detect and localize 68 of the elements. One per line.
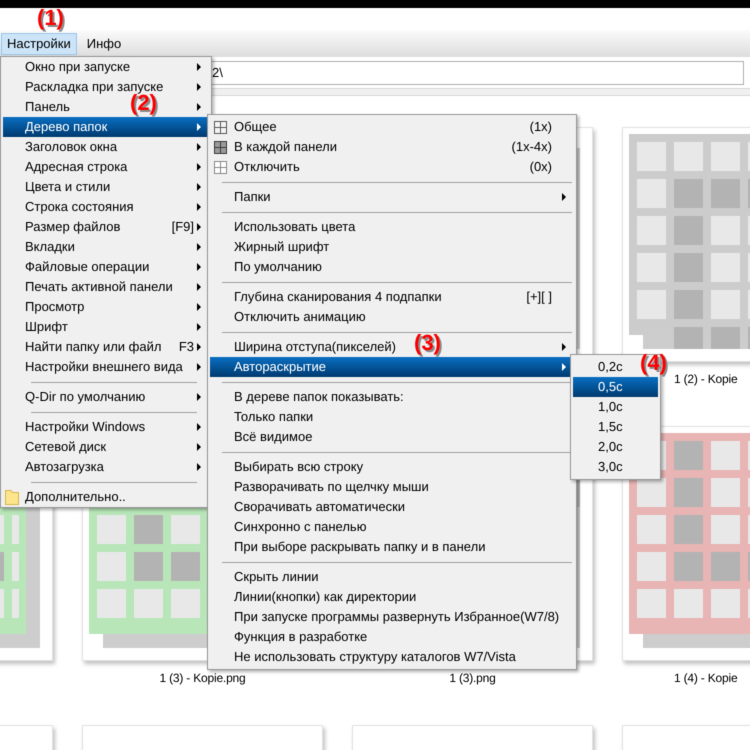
menu-item[interactable]: Глубина сканирования 4 подпапки (234, 287, 442, 307)
menu-item[interactable]: Линии(кнопки) как директории (234, 587, 416, 607)
menu-bar-item[interactable]: Инфо (80, 32, 128, 54)
file-name: 1 (2) - Kopie (674, 371, 738, 388)
grid-icon (214, 140, 227, 154)
grid-icon (214, 120, 227, 134)
menu-item[interactable]: Всё видимое (234, 427, 312, 447)
shortcut-label: (1x) (530, 118, 552, 136)
shortcut-label: [+][ ] (526, 288, 552, 306)
menu-item[interactable]: Синхронно с панелью (234, 517, 366, 537)
file-name: 1 (3) - Kopie.png (160, 670, 246, 687)
shortcut-label: (1x-4x) (512, 138, 552, 156)
menu-item[interactable]: Скрыть линии (234, 567, 319, 587)
menu-item[interactable]: Вкладки (25, 237, 75, 257)
menu-item[interactable]: Адресная строка (25, 157, 128, 177)
menu-item[interactable]: Выбирать всю строку (234, 457, 364, 477)
menu-item[interactable]: 3,0c (598, 457, 623, 477)
menu-item[interactable]: Дополнительно.. (25, 487, 126, 507)
menu-item[interactable]: Папки (234, 187, 271, 207)
menu-item[interactable]: Строка состояния (25, 197, 134, 217)
menu-item[interactable]: Дерево папок (3, 117, 209, 137)
file-name: 1 (4) - Kopie (674, 670, 738, 687)
shortcut-label: F3 (178, 338, 194, 356)
menu-item[interactable]: При выборе раскрывать папку и в панели (234, 537, 486, 557)
menu-item[interactable]: Не использовать структуру каталогов W7/Vista (234, 647, 516, 667)
menu-item[interactable]: Отключить (234, 157, 300, 177)
menu-item[interactable]: По умолчанию (234, 257, 322, 277)
menu-item[interactable]: Цвета и стили (25, 177, 110, 197)
menu-item[interactable]: Жирный шрифт (234, 237, 330, 257)
menu-item[interactable]: Общее (234, 117, 277, 137)
callout-label: (1) (37, 6, 64, 30)
menu-item[interactable]: 0,5c (573, 377, 658, 397)
menu-item[interactable]: Печать активной панели (25, 277, 173, 297)
menu-item[interactable]: В дереве папок показывать: (234, 387, 404, 407)
menu-item[interactable]: Использовать цвета (234, 217, 356, 237)
menu-item[interactable]: В каждой панели (234, 137, 337, 157)
shortcut-label: (0x) (530, 158, 552, 176)
menu-item[interactable]: Отключить анимацию (234, 307, 366, 327)
callout-label: (4) (640, 351, 667, 375)
menu-item[interactable]: Настройки Windows (25, 417, 146, 437)
menu-item[interactable]: Найти папку или файл (25, 337, 162, 357)
menu-item[interactable]: Сворачивать автоматически (234, 497, 406, 517)
menu-item[interactable]: Панель (25, 97, 70, 117)
menu-item[interactable]: Ширина отступа(пикселей) (234, 337, 396, 357)
menu-item[interactable]: Шрифт (25, 317, 68, 337)
shortcut-label: [F9] (172, 218, 194, 236)
menu-item[interactable]: Окно при запуске (25, 57, 130, 77)
grid-icon (214, 160, 227, 174)
menu-item[interactable]: Q-Dir по умолчанию (25, 387, 146, 407)
menu-item[interactable]: Автозагрузка (25, 457, 104, 477)
menu-item[interactable]: Размер файлов (25, 217, 120, 237)
menu-item[interactable]: 2,0c (598, 437, 623, 457)
menu-item[interactable]: Разворачивать по щелчку мыши (234, 477, 429, 497)
menu-item[interactable]: 1,5c (598, 417, 623, 437)
menu-item[interactable]: Сетевой диск (25, 437, 106, 457)
menu-item[interactable]: Настройки внешнего вида (25, 357, 183, 377)
menu-item[interactable]: Просмотр (25, 297, 84, 317)
menu-item[interactable]: Функция в разработке (234, 627, 368, 647)
menu-item[interactable]: При запуске программы развернуть Избранное(W7/8) (234, 607, 560, 627)
menu-item[interactable]: Заголовок окна (25, 137, 118, 157)
menu-item[interactable]: Только папки (234, 407, 314, 427)
menu-item[interactable]: Файловые операции (25, 257, 150, 277)
folder-icon (5, 490, 19, 504)
menu-item[interactable]: 1,0c (598, 397, 623, 417)
menu-bar-item[interactable]: Настройки (1, 32, 77, 54)
menu-item[interactable]: 0,2c (598, 357, 623, 377)
callout-label: (3) (414, 331, 441, 355)
file-name: 1 (3).png (449, 670, 496, 687)
